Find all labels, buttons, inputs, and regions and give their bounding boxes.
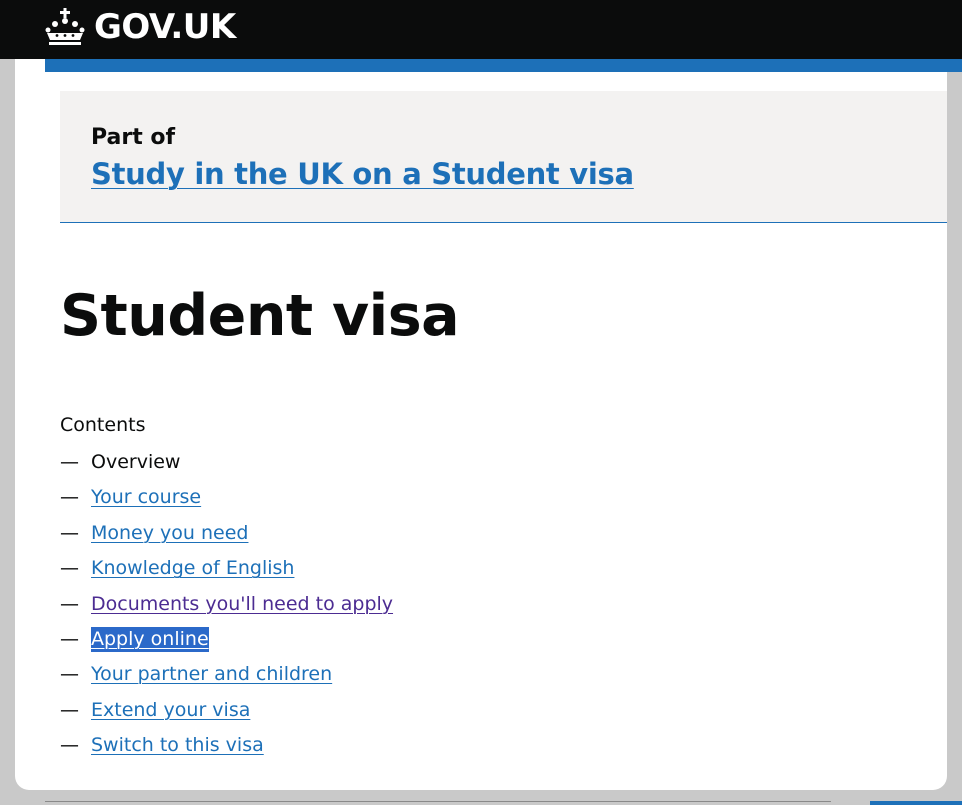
part-of-label: Part of [91, 125, 176, 150]
contents-dash: — [60, 521, 79, 544]
contents-link-extend-your-visa[interactable]: Extend your visa [91, 698, 250, 723]
crown-icon [45, 8, 85, 45]
footer-blue-accent [870, 801, 962, 805]
contents-dash: — [60, 734, 79, 757]
contents-label: Contents [60, 414, 146, 436]
contents-link-money-you-need[interactable]: Money you need [91, 521, 248, 546]
contents-dash: — [60, 451, 79, 473]
contents-link-partner-and-children[interactable]: Your partner and children [91, 662, 332, 687]
site-header: GOV.UK [0, 0, 962, 59]
contents-dash: — [60, 486, 79, 509]
contents-dash: — [60, 592, 79, 615]
footer-divider [45, 801, 831, 802]
header-blue-bar [45, 59, 962, 72]
contents-dash: — [60, 663, 79, 686]
page-title: Student visa [60, 283, 460, 349]
contents-current-page: Overview [91, 451, 181, 473]
contents-dash: — [60, 698, 79, 721]
contents-link-apply-online[interactable]: Apply online [91, 626, 209, 652]
brand-wordmark: GOV.UK [94, 7, 236, 47]
contents-dash: — [60, 557, 79, 580]
contents-link-knowledge-of-english[interactable]: Knowledge of English [91, 556, 294, 581]
contents-link-documents[interactable]: Documents you'll need to apply [91, 592, 393, 617]
part-of-panel: Part of Study in the UK on a Student vis… [60, 91, 947, 223]
contents-link-switch-to-this-visa[interactable]: Switch to this visa [91, 733, 264, 758]
govuk-home-link[interactable]: GOV.UK [45, 6, 236, 48]
contents-link-your-course[interactable]: Your course [91, 485, 201, 510]
page-card: Part of Study in the UK on a Student vis… [15, 0, 947, 790]
part-of-link[interactable]: Study in the UK on a Student visa [91, 156, 634, 192]
contents-dash: — [60, 627, 79, 650]
